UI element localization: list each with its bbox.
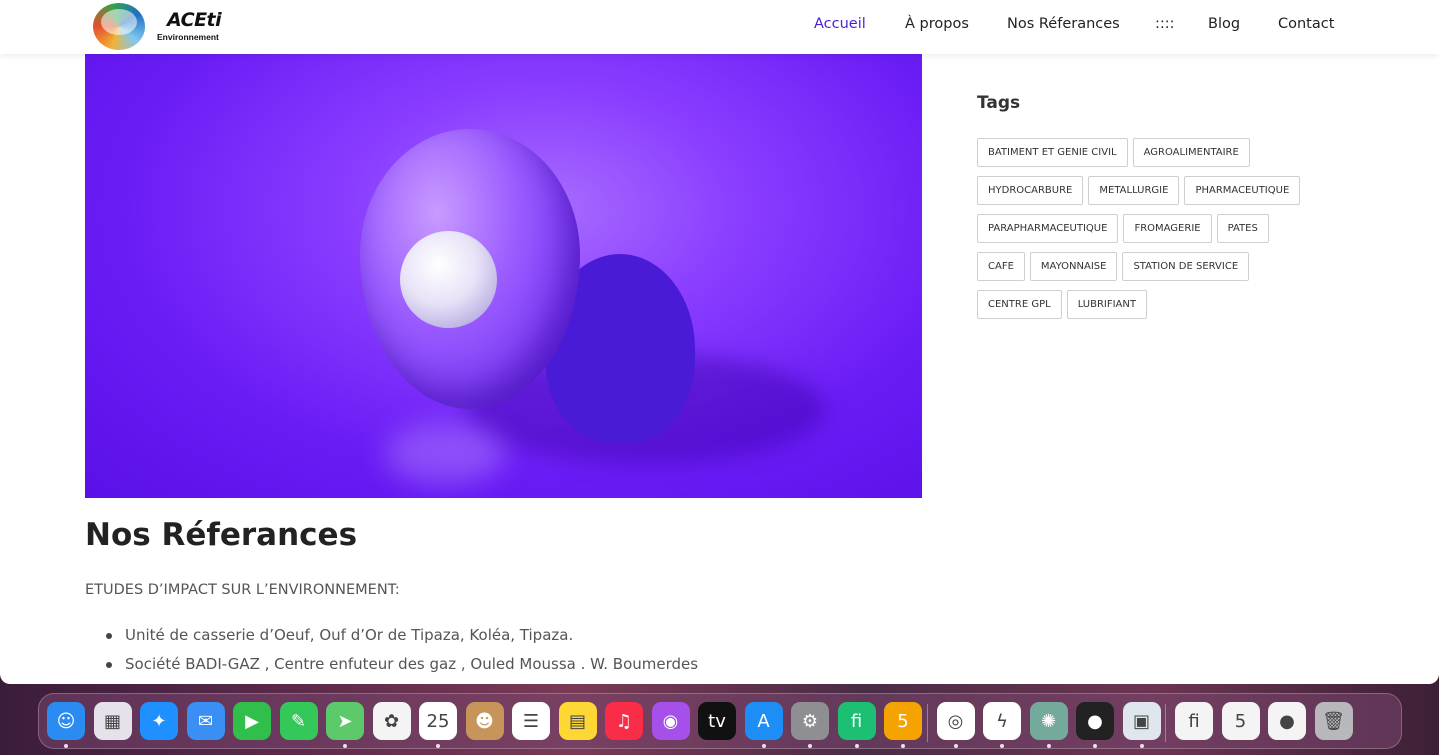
photos-icon[interactable]: ✿ bbox=[372, 702, 411, 740]
maps-icon[interactable]: ➤ bbox=[326, 702, 364, 740]
tag[interactable]: HYDROCARBURE bbox=[977, 176, 1084, 205]
running-indicator bbox=[1093, 744, 1097, 748]
podcasts-icon[interactable]: ◉ bbox=[651, 702, 690, 740]
list-item: Unité de casserie d’Oeuf, Ouf d’Or de Ti… bbox=[105, 626, 698, 655]
tag[interactable]: CAFE bbox=[977, 252, 1025, 281]
nav-a-propos[interactable]: À propos bbox=[905, 16, 969, 32]
hero-image bbox=[85, 54, 922, 498]
finder-icon[interactable]: ☺ bbox=[47, 702, 85, 740]
running-indicator bbox=[343, 744, 347, 748]
main-nav: Accueil À propos Nos Réferances :::: Blo… bbox=[0, 16, 1439, 36]
tag[interactable]: FROMAGERIE bbox=[1123, 214, 1212, 243]
screen-recorder-icon[interactable]: ● bbox=[1076, 702, 1114, 740]
tag[interactable]: MAYONNAISE bbox=[1029, 252, 1118, 281]
section-heading: ETUDES D’IMPACT SUR L’ENVIRONNEMENT: bbox=[85, 582, 400, 598]
tv-icon[interactable]: tv bbox=[698, 702, 736, 740]
preview-icon[interactable]: ▣ bbox=[1122, 702, 1161, 740]
page-title: Nos Réferances bbox=[85, 517, 358, 553]
nav-accueil[interactable]: Accueil bbox=[814, 16, 866, 32]
dock-separator bbox=[926, 704, 928, 742]
tag-cloud: BATIMENT ET GENIE CIVIL AGROALIMENTAIRE H… bbox=[977, 138, 1337, 328]
running-indicator bbox=[1139, 744, 1144, 748]
nav-nos-referances[interactable]: Nos Réferances bbox=[1007, 16, 1120, 32]
running-indicator bbox=[436, 744, 440, 748]
reminders-icon[interactable]: ☰ bbox=[512, 702, 550, 740]
dock-separator bbox=[1165, 704, 1166, 742]
safari-icon[interactable]: ✦ bbox=[140, 702, 178, 740]
tag[interactable]: PATES bbox=[1216, 214, 1269, 243]
fiverr-icon[interactable]: fi bbox=[837, 702, 876, 740]
running-indicator bbox=[1000, 744, 1004, 748]
nav-more-menu[interactable]: :::: bbox=[1155, 16, 1175, 32]
running-indicator bbox=[854, 744, 859, 748]
window-thumbnail-2-icon[interactable]: 5 bbox=[1221, 702, 1260, 740]
system-settings-icon[interactable]: ⚙ bbox=[791, 702, 829, 740]
chrome-icon[interactable]: ◎ bbox=[936, 702, 975, 740]
tags-title: Tags bbox=[977, 93, 1021, 113]
app-store-icon[interactable]: A bbox=[744, 702, 783, 740]
site-header: ACEti Environnement Accueil À propos Nos… bbox=[0, 0, 1439, 54]
calendar-icon[interactable]: 25 bbox=[419, 702, 457, 740]
launchpad-icon[interactable]: ▦ bbox=[93, 702, 132, 740]
tag[interactable]: PHARMACEUTIQUE bbox=[1184, 176, 1301, 205]
running-indicator bbox=[808, 744, 812, 748]
trash-icon[interactable]: 🗑 bbox=[1314, 702, 1353, 740]
facetime-icon[interactable]: ▶ bbox=[233, 702, 271, 740]
mail-icon[interactable]: ✉ bbox=[186, 702, 225, 740]
running-indicator bbox=[901, 744, 905, 748]
pin-ball bbox=[400, 231, 497, 328]
tag[interactable]: CENTRE GPL bbox=[977, 290, 1062, 319]
running-indicator bbox=[953, 744, 958, 748]
running-indicator bbox=[761, 744, 766, 748]
messenger-icon[interactable]: ϟ bbox=[983, 702, 1021, 740]
music-icon[interactable]: ♫ bbox=[605, 702, 643, 740]
running-indicator bbox=[64, 744, 68, 748]
list-item: Société BADI-GAZ , Centre enfuteur des g… bbox=[105, 655, 698, 684]
tag[interactable]: LUBRIFIANT bbox=[1066, 290, 1147, 319]
pin-glow bbox=[385, 424, 505, 484]
tag[interactable]: AGROALIMENTAIRE bbox=[1132, 138, 1250, 167]
khamsat-icon[interactable]: 5 bbox=[884, 702, 922, 740]
window-thumbnail-1-icon[interactable]: fi bbox=[1175, 702, 1213, 740]
messages-icon[interactable]: ✎ bbox=[279, 702, 318, 740]
tag[interactable]: BATIMENT ET GENIE CIVIL bbox=[977, 138, 1128, 167]
tag[interactable]: METALLURGIE bbox=[1088, 176, 1180, 205]
macos-dock: ☺ ▦ ✦ ✉ ▶ ✎ ➤ ✿ 25 ☻ ☰ ▤ ♫ ◉ tv A ⚙ fi 5 ◎ ϟ ✺ ● ▣ fi 5 ● 🗑 bbox=[38, 693, 1402, 749]
chatgpt-icon[interactable]: ✺ bbox=[1029, 702, 1068, 740]
tag[interactable]: PARAPHARMACEUTIQUE bbox=[977, 214, 1119, 243]
browser-window: ACEti Environnement Accueil À propos Nos… bbox=[0, 0, 1439, 684]
contacts-icon[interactable]: ☻ bbox=[465, 702, 504, 740]
running-indicator bbox=[1046, 744, 1051, 748]
nav-blog[interactable]: Blog bbox=[1208, 16, 1240, 32]
references-list: Unité de casserie d’Oeuf, Ouf d’Or de Ti… bbox=[105, 626, 698, 684]
window-thumbnail-3-icon[interactable]: ● bbox=[1268, 702, 1306, 740]
nav-contact[interactable]: Contact bbox=[1278, 16, 1334, 32]
notes-icon[interactable]: ▤ bbox=[558, 702, 597, 740]
tag[interactable]: STATION DE SERVICE bbox=[1122, 252, 1250, 281]
